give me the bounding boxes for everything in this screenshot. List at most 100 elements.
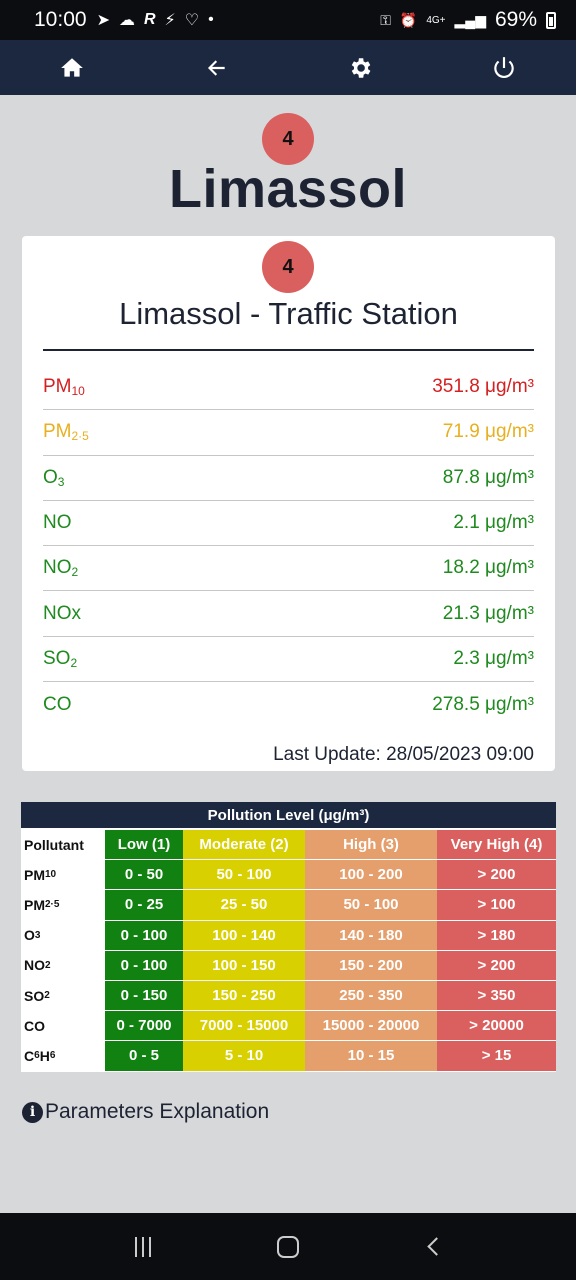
station-name: Limassol - Traffic Station (119, 296, 458, 331)
legend-range-moderate: 100 - 150 (183, 950, 305, 980)
pollutant-name: CO (43, 693, 72, 715)
cloud-icon: ☁ (118, 12, 135, 29)
info-icon: i (22, 1101, 43, 1123)
station-level-badge: 4 (262, 241, 314, 293)
legend-range-high: 100 - 200 (305, 860, 437, 890)
settings-button[interactable] (288, 40, 432, 95)
divider (43, 349, 534, 351)
pollutant-row: SO2 2.3 μg/m³ (43, 637, 534, 683)
station-card: 4 Limassol - Traffic Station PM10 351.8 μ… (22, 236, 555, 771)
pollutant-row: NO2 18.2 μg/m³ (43, 546, 534, 592)
legend-range-moderate: 7000 - 15000 (183, 1011, 305, 1041)
legend-pollutant-name: C6H6 (21, 1041, 105, 1071)
pollutant-value: 87.8 μg/m³ (442, 466, 534, 488)
status-time: 10:00 (34, 8, 87, 31)
home-system-button[interactable] (268, 1227, 308, 1267)
pollutant-name: SO2 (43, 647, 78, 670)
home-button[interactable] (0, 40, 144, 95)
legend-range-low: 0 - 5 (105, 1041, 183, 1071)
legend-pollutant-name: O3 (21, 920, 105, 950)
system-navigation-bar (0, 1213, 576, 1280)
legend-range-very-high: > 20000 (437, 1011, 556, 1041)
header-pollutant: Pollutant (21, 830, 105, 860)
pollution-level-table: Pollution Level (μg/m³) Pollutant Low (1… (21, 802, 556, 1072)
legend-range-moderate: 25 - 50 (183, 890, 305, 920)
legend-row: O30 - 100 100 - 140 140 - 180 > 180 (21, 920, 556, 951)
legend-range-moderate: 150 - 250 (183, 980, 305, 1011)
heart-icon: ♡ (184, 12, 200, 29)
pollutant-name: NOx (43, 602, 81, 624)
pollutant-list: PM10 351.8 μg/m³ PM2·5 71.9 μg/m³ O3 87.8 μg/… (43, 365, 534, 727)
pollutant-value: 21.3 μg/m³ (442, 602, 534, 624)
pollutant-name: NO (43, 512, 72, 534)
battery-icon (546, 11, 556, 29)
pollutant-name: PM2·5 (43, 421, 89, 444)
legend-range-low: 0 - 100 (105, 950, 183, 980)
legend-range-low: 0 - 150 (105, 980, 183, 1011)
pollutant-value: 351.8 μg/m³ (432, 376, 534, 398)
legend-range-very-high: > 180 (437, 920, 556, 950)
pollutant-row: PM2·5 71.9 μg/m³ (43, 410, 534, 456)
pollutant-row: CO 278.5 μg/m³ (43, 682, 534, 727)
notification-icons: ➤ ☁ R ⚡ ♡ • (97, 10, 214, 30)
legend-range-high: 150 - 200 (305, 950, 437, 980)
battery-percent: 69% (494, 8, 537, 31)
pollutant-name: NO2 (43, 557, 79, 580)
key-icon: ⚿ (380, 11, 391, 28)
legend-row: NO 2 0 - 100 100 - 150 150 - 200 > 200 (21, 950, 556, 981)
legend-row: C6H60 - 55 - 10 10 - 15 > 15 (21, 1041, 556, 1072)
header-very-high: Very High (4) (437, 830, 556, 860)
network-icon: 4G+ (426, 14, 446, 26)
legend-pollutant-name: PM 10 (21, 860, 105, 890)
signal-icon: ▂▄▆ (454, 11, 486, 28)
activity-icon: ⚡ (164, 12, 176, 29)
system-icons: ⚿ ⏰ 4G+ ▂▄▆ 69% (380, 8, 556, 32)
back-chevron-icon (427, 1237, 446, 1256)
legend-row: PM 10 0 - 50 50 - 100 100 - 200 > 200 (21, 860, 556, 891)
recents-icon (134, 1236, 151, 1257)
legend-range-moderate: 5 - 10 (183, 1041, 305, 1071)
power-icon (494, 56, 514, 78)
legend-header-row: Pollutant Low (1) Moderate (2) High (3) … (21, 830, 556, 861)
pollutant-value: 2.1 μg/m³ (453, 512, 534, 534)
legend-pollutant-name: SO 2 (21, 980, 105, 1011)
pollutant-value: 2.3 μg/m³ (453, 647, 534, 669)
power-button[interactable] (432, 40, 576, 95)
header-high: High (3) (305, 830, 437, 860)
back-arrow-icon (207, 59, 225, 76)
pollutant-value: 18.2 μg/m³ (442, 557, 534, 579)
header-low: Low (1) (105, 830, 183, 860)
recents-button[interactable] (123, 1227, 163, 1267)
header-moderate: Moderate (2) (183, 830, 305, 860)
legend-range-low: 0 - 25 (105, 890, 183, 920)
legend-range-very-high: > 100 (437, 890, 556, 920)
pollutant-name: O3 (43, 466, 65, 489)
alarm-icon: ⏰ (399, 11, 418, 28)
city-name: Limassol (168, 159, 408, 219)
status-bar: 10:00 ➤ ☁ R ⚡ ♡ • ⚿ ⏰ 4G+ ▂▄▆ 69% (0, 0, 576, 40)
pollutant-row: PM10 351.8 μg/m³ (43, 365, 534, 411)
legend-range-very-high: > 200 (437, 950, 556, 980)
legend-rows: PM 10 0 - 50 50 - 100 100 - 200 > 200 PM 2·5 0 -… (21, 860, 556, 1072)
legend-row: PM 2·5 0 - 25 25 - 50 50 - 100 > 100 (21, 890, 556, 921)
pollutant-value: 71.9 μg/m³ (442, 421, 534, 443)
legend-range-very-high: > 200 (437, 860, 556, 890)
app-navbar (0, 40, 576, 95)
legend-range-very-high: > 15 (437, 1041, 556, 1071)
back-system-button[interactable] (413, 1227, 453, 1267)
r-icon: R (143, 11, 156, 28)
legend-range-high: 15000 - 20000 (305, 1011, 437, 1041)
legend-title: Pollution Level (μg/m³) (21, 802, 556, 830)
pollutant-value: 278.5 μg/m³ (432, 693, 534, 715)
dot-icon: • (208, 11, 214, 28)
legend-pollutant-name: CO (21, 1011, 105, 1041)
settings-gear-icon (351, 57, 371, 78)
pollutant-row: NOx 21.3 μg/m³ (43, 591, 534, 637)
pollutant-row: NO 2.1 μg/m³ (43, 501, 534, 547)
home-button-icon (276, 1235, 299, 1258)
legend-range-low: 0 - 7000 (105, 1011, 183, 1041)
parameters-explanation-link[interactable]: i Parameters Explanation (22, 1100, 269, 1124)
back-button[interactable] (144, 40, 288, 95)
legend-range-high: 50 - 100 (305, 890, 437, 920)
legend-row: CO 0 - 7000 7000 - 15000 15000 - 20000 > 200… (21, 1011, 556, 1042)
